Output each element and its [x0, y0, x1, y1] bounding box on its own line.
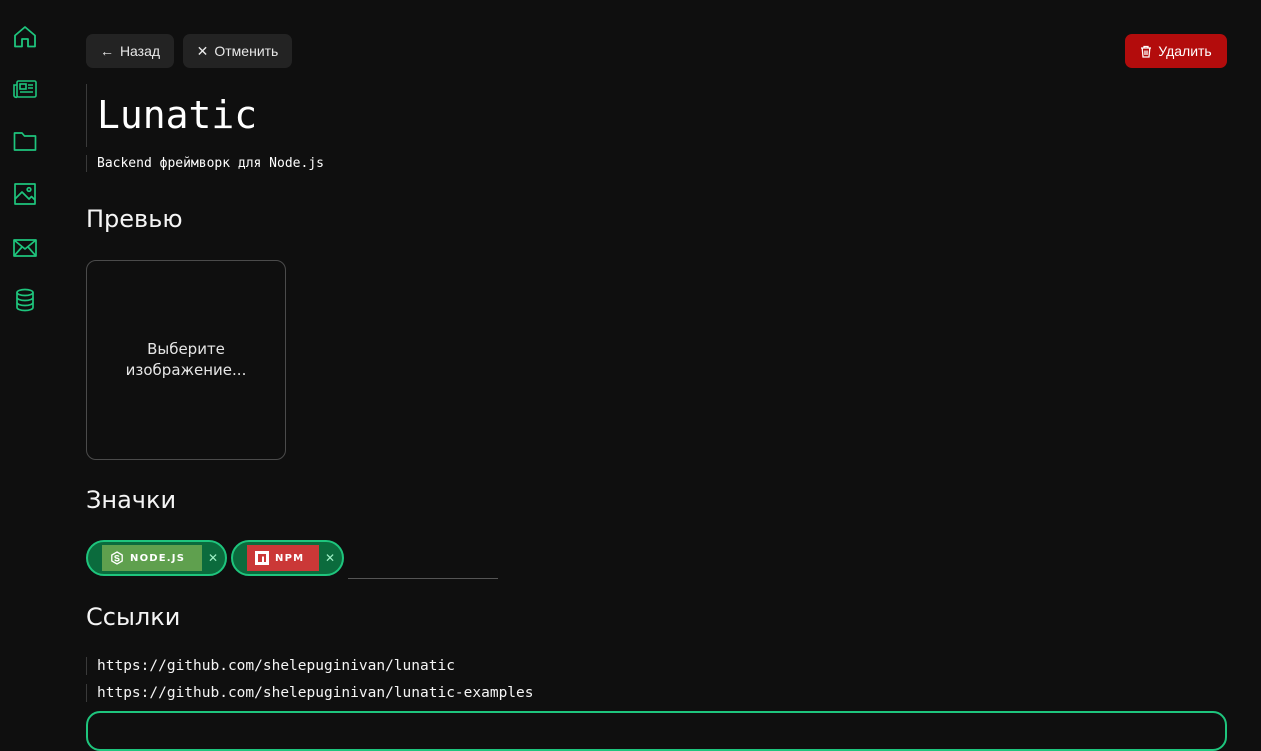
- image-picker-placeholder: Выберите изображение...: [125, 340, 247, 379]
- nodejs-icon: [111, 551, 123, 565]
- new-link-input[interactable]: [86, 711, 1227, 751]
- delete-button[interactable]: Удалить: [1125, 34, 1227, 68]
- remove-badge-icon[interactable]: ✕: [208, 551, 218, 565]
- trash-icon: [1141, 45, 1152, 58]
- project-title: Lunatic: [97, 93, 258, 137]
- project-subtitle: Backend фреймворк для Node.js: [97, 156, 324, 171]
- subtitle-field[interactable]: Backend фреймворк для Node.js: [86, 155, 324, 172]
- badges-heading: Значки: [86, 486, 177, 514]
- badge-label: NPM: [275, 552, 305, 564]
- npm-icon: [255, 551, 269, 565]
- back-button[interactable]: ← Назад: [86, 34, 174, 68]
- badge-chip: NPM ✕: [231, 540, 344, 576]
- remove-badge-icon[interactable]: ✕: [325, 551, 335, 565]
- project-editor: ← Назад ✕ Отменить Удалить Lunatic Backe…: [86, 0, 1227, 751]
- delete-button-label: Удалить: [1158, 43, 1212, 59]
- preview-heading: Превью: [86, 205, 183, 233]
- close-icon: ✕: [196, 42, 209, 59]
- link-item[interactable]: https://github.com/shelepuginivan/lunati…: [86, 657, 455, 675]
- cancel-button-label: Отменить: [214, 43, 279, 59]
- image-icon[interactable]: [12, 181, 38, 207]
- badge-nodejs: NODE.JS: [102, 545, 202, 571]
- link-item[interactable]: https://github.com/shelepuginivan/lunati…: [86, 684, 534, 702]
- badge-chip: NODE.JS ✕: [86, 540, 227, 576]
- title-field[interactable]: Lunatic: [86, 84, 257, 147]
- image-picker[interactable]: Выберите изображение...: [86, 260, 286, 460]
- badge-npm: NPM: [247, 545, 319, 571]
- sidebar: [0, 0, 50, 718]
- arrow-left-icon: ←: [99, 43, 114, 59]
- badge-input[interactable]: [348, 552, 498, 579]
- links-heading: Ссылки: [86, 603, 181, 631]
- home-icon[interactable]: [12, 24, 38, 50]
- database-icon[interactable]: [12, 287, 38, 313]
- mail-icon[interactable]: [12, 235, 38, 261]
- back-button-label: Назад: [119, 43, 161, 59]
- folder-icon[interactable]: [12, 128, 38, 154]
- badge-label: NODE.JS: [130, 552, 186, 564]
- cancel-button[interactable]: ✕ Отменить: [183, 34, 292, 68]
- news-icon[interactable]: [12, 76, 38, 102]
